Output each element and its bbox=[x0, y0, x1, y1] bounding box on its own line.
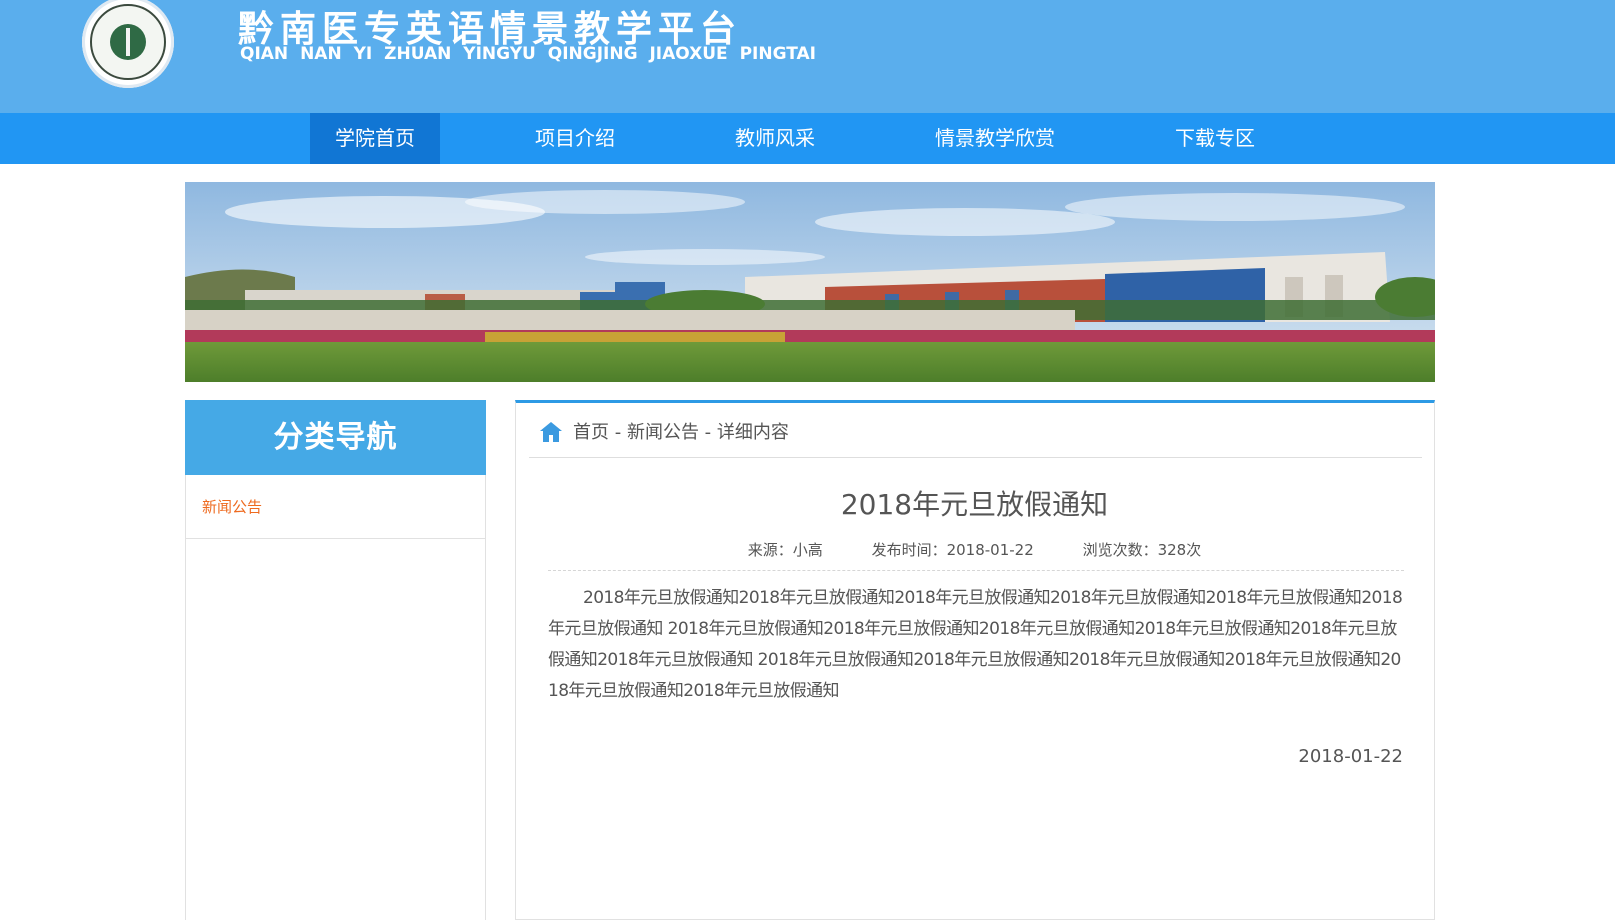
breadcrumb-divider bbox=[529, 457, 1422, 458]
main-nav: 学院首页 项目介绍 教师风采 情景教学欣赏 下载专区 bbox=[0, 113, 1615, 164]
nav-item-home[interactable]: 学院首页 bbox=[310, 113, 440, 164]
sidebar-item-news[interactable]: 新闻公告 bbox=[202, 496, 262, 517]
article-panel: 首页 - 新闻公告 - 详细内容 2018年元旦放假通知 来源：小高 发布时间：… bbox=[515, 400, 1435, 920]
article-source: 来源：小高 bbox=[747, 541, 823, 559]
meta-divider bbox=[548, 570, 1404, 571]
article-title: 2018年元旦放假通知 bbox=[840, 488, 1109, 521]
article-footer-date: 2018-01-22 bbox=[1298, 746, 1403, 767]
site-subtitle: QIAN NAN YI ZHUAN YINGYU QINGJING JIAOXU… bbox=[240, 44, 817, 64]
campus-banner-image bbox=[185, 182, 1435, 382]
school-emblem-icon[interactable] bbox=[82, 0, 174, 88]
article-publish-date: 发布时间：2018-01-22 bbox=[871, 541, 1034, 559]
nav-item-project-intro[interactable]: 项目介绍 bbox=[510, 113, 640, 164]
home-icon[interactable] bbox=[539, 420, 563, 444]
school-emblem-center bbox=[110, 24, 146, 60]
article-meta: 来源：小高 发布时间：2018-01-22 浏览次数：328次 bbox=[516, 539, 1433, 560]
article-body: 2018年元旦放假通知2018年元旦放假通知2018年元旦放假通知2018年元旦… bbox=[548, 588, 1403, 701]
site-header: 黔南医专英语情景教学平台 QIAN NAN YI ZHUAN YINGYU QI… bbox=[0, 0, 1615, 113]
category-sidebar: 分类导航 新闻公告 bbox=[185, 400, 486, 920]
nav-item-downloads[interactable]: 下载专区 bbox=[1150, 113, 1280, 164]
sidebar-divider bbox=[186, 538, 485, 539]
article-view-count: 浏览次数：328次 bbox=[1082, 541, 1202, 559]
breadcrumb-text[interactable]: 首页 - 新闻公告 - 详细内容 bbox=[573, 420, 789, 446]
sidebar-title: 分类导航 bbox=[185, 400, 486, 475]
nav-item-teachers[interactable]: 教师风采 bbox=[710, 113, 840, 164]
school-emblem-ring bbox=[90, 4, 166, 80]
nav-item-scenario-teaching[interactable]: 情景教学欣赏 bbox=[920, 113, 1070, 164]
